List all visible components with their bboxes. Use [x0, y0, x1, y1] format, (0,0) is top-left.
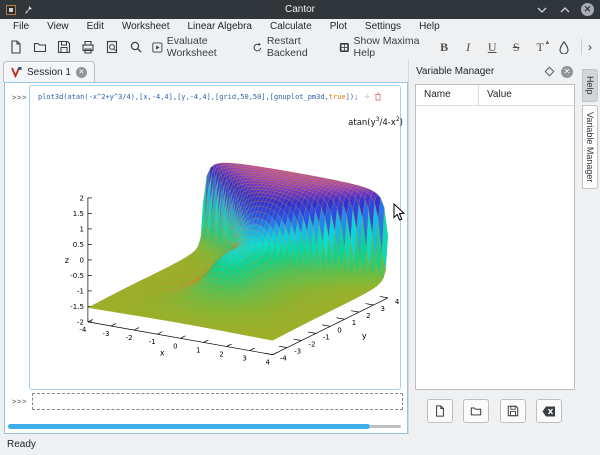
window-title: Cantor [0, 4, 600, 15]
status-bar: Ready [0, 434, 600, 455]
save-button[interactable] [53, 36, 75, 58]
variable-manager-title: Variable Manager [416, 66, 538, 77]
show-maxima-help-label: Show Maxima Help [354, 35, 429, 59]
italic-button[interactable]: I [457, 36, 479, 58]
print-preview-button[interactable] [101, 36, 123, 58]
scrollbar-thumb[interactable] [8, 424, 370, 429]
command-input[interactable]: plot3d(atan(-x^2+y^3/4),[x,-4,4],[y,-4,4… [38, 92, 382, 101]
tab-close-icon[interactable]: ✕ [76, 67, 87, 78]
entry-delete-icon[interactable] [374, 92, 382, 101]
worksheet-view[interactable]: >>> plot3d(atan(-x^2+y^3/4),[x,-4,4],[y,… [4, 82, 408, 434]
cantor-window: Cantor ✕ FileViewEditWorksheetLinear Alg… [0, 0, 600, 455]
plot3d-result-image [30, 108, 408, 393]
maximize-button[interactable] [558, 3, 572, 17]
content-area: Session 1 ✕ >>> plot3d(atan(-x^2+y^3/4),… [0, 60, 600, 434]
print-button[interactable] [77, 36, 99, 58]
column-value[interactable]: Value [479, 85, 574, 105]
menu-item-worksheet[interactable]: Worksheet [113, 21, 179, 32]
title-bar: Cantor ✕ [0, 0, 600, 19]
variable-manager-toolbar [409, 397, 580, 434]
menu-item-linear-algebra[interactable]: Linear Algebra [178, 21, 261, 32]
text-color-button[interactable] [553, 36, 575, 58]
superscript-button[interactable]: T▴ [529, 36, 551, 58]
evaluate-worksheet-button[interactable]: Evaluate Worksheet [149, 36, 247, 58]
variable-manager-header: Variable Manager ✕ [409, 60, 580, 83]
command-keyword: true [329, 93, 346, 101]
command-text-end: ]); [346, 93, 359, 101]
save-variables-button[interactable] [500, 399, 526, 423]
toolbar-overflow-button[interactable]: › [588, 40, 595, 54]
underline-button[interactable]: U [481, 36, 503, 58]
clear-variables-button[interactable] [536, 399, 562, 423]
side-tab-variable-manager[interactable]: Variable Manager [582, 105, 598, 189]
command-prompt: >>> [12, 93, 27, 102]
column-name[interactable]: Name [416, 85, 479, 105]
show-maxima-help-button[interactable]: Show Maxima Help [336, 36, 431, 58]
new-variable-button[interactable] [427, 399, 453, 423]
plot-key: atan(y3/4-x2) [295, 116, 403, 128]
menu-item-plot[interactable]: Plot [321, 21, 356, 32]
minimize-button[interactable] [535, 3, 549, 17]
restart-backend-button[interactable]: Restart Backend [249, 36, 334, 58]
entry-drag-icon[interactable]: ✛ [364, 93, 369, 101]
menu-bar: FileViewEditWorksheetLinear AlgebraCalcu… [0, 19, 600, 34]
side-tab-strip: Help Variable Manager [580, 60, 600, 434]
bold-button[interactable]: B [433, 36, 455, 58]
command-text: plot3d(atan(-x^2+y^3/4),[x,-4,4],[y,-4,4… [38, 93, 329, 101]
session-tab-bar: Session 1 ✕ [0, 60, 408, 82]
new-document-button[interactable] [5, 36, 27, 58]
evaluate-worksheet-label: Evaluate Worksheet [167, 35, 244, 59]
next-command-entry[interactable] [32, 393, 403, 410]
menu-item-file[interactable]: File [4, 21, 38, 32]
variable-table-header: Name Value [416, 85, 574, 106]
restart-backend-label: Restart Backend [267, 35, 331, 59]
variable-table: Name Value [415, 84, 575, 390]
scrollbar-track[interactable] [370, 425, 401, 428]
menu-item-help[interactable]: Help [410, 21, 449, 32]
tab-session-1[interactable]: Session 1 ✕ [3, 61, 95, 82]
load-variables-button[interactable] [463, 399, 489, 423]
horizontal-scrollbar[interactable] [8, 424, 402, 429]
cantor-icon [11, 66, 22, 78]
superscript-arrow: ▴ [546, 38, 550, 46]
main-toolbar: Evaluate Worksheet Restart Backend Show … [0, 34, 600, 60]
mouse-cursor [393, 203, 405, 221]
menu-item-view[interactable]: View [38, 21, 78, 32]
menu-item-edit[interactable]: Edit [78, 21, 113, 32]
search-button[interactable] [125, 36, 147, 58]
strikethrough-button[interactable]: S [505, 36, 527, 58]
side-tab-help[interactable]: Help [582, 69, 598, 102]
menu-item-settings[interactable]: Settings [356, 21, 410, 32]
close-button[interactable]: ✕ [581, 3, 594, 16]
toolbar-separator [581, 39, 582, 55]
variable-table-body [416, 106, 574, 389]
open-file-button[interactable] [29, 36, 51, 58]
menu-item-calculate[interactable]: Calculate [261, 21, 321, 32]
next-command-prompt: >>> [12, 397, 27, 406]
worksheet-column: Session 1 ✕ >>> plot3d(atan(-x^2+y^3/4),… [0, 60, 408, 434]
close-panel-icon[interactable]: ✕ [561, 66, 573, 78]
status-text: Ready [7, 439, 36, 450]
variable-manager-panel: Variable Manager ✕ Name Value [408, 60, 580, 434]
tab-session-label: Session 1 [27, 67, 71, 78]
float-panel-icon[interactable] [545, 67, 555, 77]
